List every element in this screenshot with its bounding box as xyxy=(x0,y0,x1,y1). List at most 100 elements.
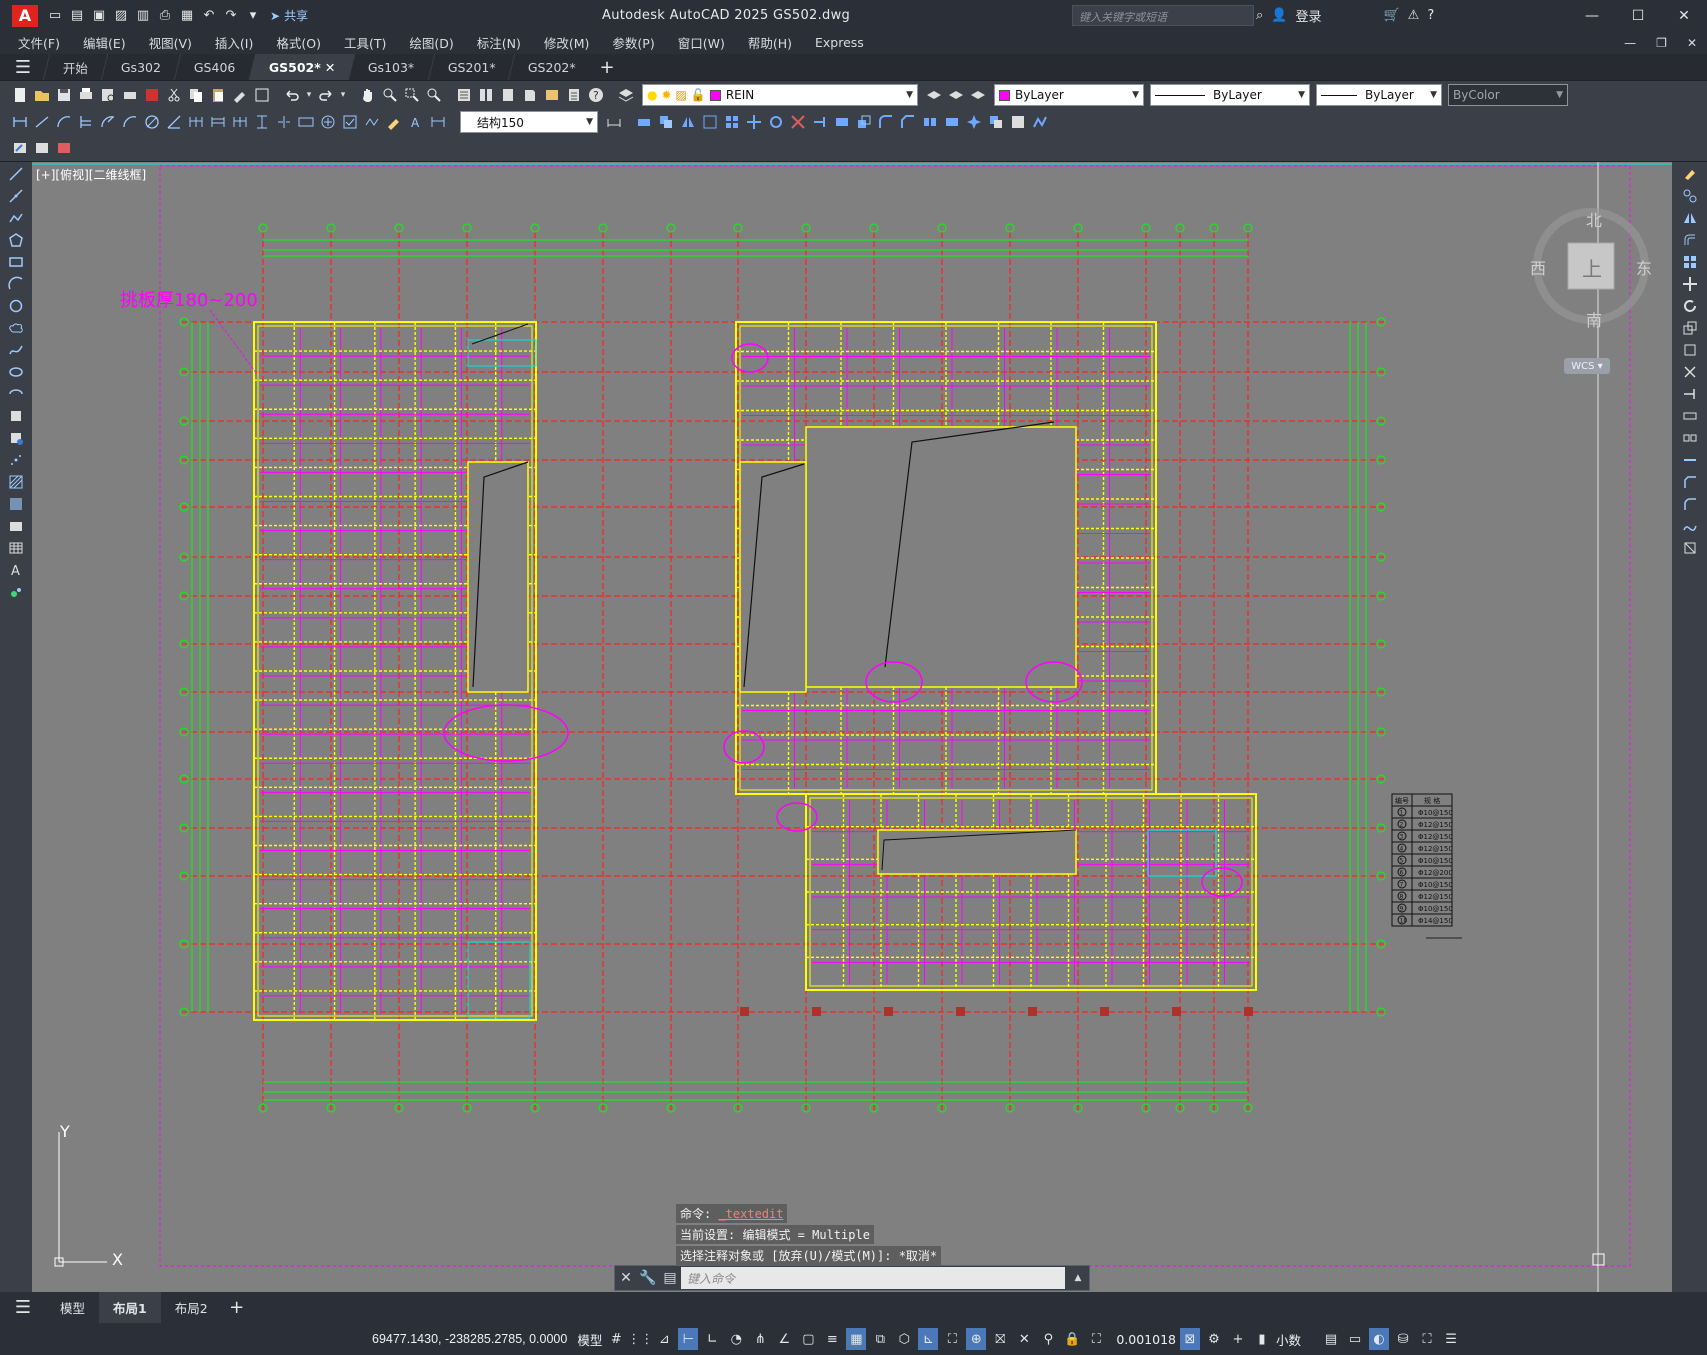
dimension-update-icon[interactable] xyxy=(428,112,448,132)
infer-constraints-icon[interactable]: ⊿ xyxy=(654,1328,674,1350)
markup-icon[interactable] xyxy=(542,85,562,105)
menu-express[interactable]: Express xyxy=(815,35,864,50)
break-icon[interactable] xyxy=(920,112,940,132)
maximize-window-button[interactable]: ☐ xyxy=(1615,0,1661,31)
mirror-icon[interactable] xyxy=(1680,208,1700,228)
pan-icon[interactable] xyxy=(358,85,378,105)
tab-gs103[interactable]: Gs103* xyxy=(348,54,434,80)
wcs-menu-button[interactable]: WCS ▾ xyxy=(1564,358,1610,374)
dimstyle-dropdown[interactable]: 结构150 ▼ xyxy=(460,111,598,133)
isometric-drafting-icon[interactable]: ⋔ xyxy=(750,1328,770,1350)
3d-object-snap-icon[interactable]: ⬡ xyxy=(894,1328,914,1350)
construction-line-icon[interactable] xyxy=(6,186,26,206)
quick-properties-icon[interactable]: ▤ xyxy=(1321,1328,1341,1350)
graphics-performance-icon[interactable]: ▭ xyxy=(1345,1328,1365,1350)
menu-window[interactable]: 窗口(W) xyxy=(678,33,725,52)
tab-model[interactable]: 模型 xyxy=(46,1292,99,1323)
customize-dropdown-icon[interactable]: ▾ xyxy=(242,5,264,27)
zoom-window-icon[interactable] xyxy=(402,85,422,105)
revision-cloud-icon[interactable] xyxy=(6,318,26,338)
clean-screen-icon[interactable]: ⛶ xyxy=(1417,1328,1437,1350)
viewcube-west[interactable]: 西 xyxy=(1530,255,1546,279)
linetype-dropdown[interactable]: ByLayer ▼ xyxy=(1150,84,1310,106)
menu-dimension[interactable]: 标注(N) xyxy=(477,33,521,52)
polygon-icon[interactable] xyxy=(6,230,26,250)
units-dropdown[interactable]: 小数 xyxy=(1276,1330,1301,1349)
autodesk-app-icon[interactable]: ⚠ xyxy=(1408,8,1420,23)
drawing-area[interactable]: 挑板厚180~200 Y X 编号 规 格 1 Φ10@150 2 Φ12@150 3 Φ12… xyxy=(32,162,1672,1292)
chamfer-icon[interactable] xyxy=(1680,472,1700,492)
units-icon[interactable]: ▮ xyxy=(1252,1328,1272,1350)
trim-icon[interactable] xyxy=(1680,362,1700,382)
new-icon[interactable] xyxy=(10,85,30,105)
center-mark-icon[interactable] xyxy=(318,112,338,132)
layer-thaw-sun-icon[interactable]: ✹ xyxy=(661,88,671,102)
dimension-text-edit-icon[interactable]: A xyxy=(406,112,426,132)
dimension-break-icon[interactable] xyxy=(274,112,294,132)
undo-icon[interactable]: ↶ xyxy=(198,5,220,27)
paste-icon[interactable] xyxy=(208,85,228,105)
menu-format[interactable]: 格式(O) xyxy=(276,33,321,52)
move-icon[interactable] xyxy=(744,112,764,132)
quick-dimension-icon[interactable] xyxy=(186,112,206,132)
menu-file[interactable]: 文件(F) xyxy=(18,33,60,52)
menu-parametric[interactable]: 参数(P) xyxy=(612,33,654,52)
explode-icon[interactable] xyxy=(964,112,984,132)
dimension-style-icon[interactable] xyxy=(604,112,624,132)
viewcube[interactable]: 北 南 东 西 上 xyxy=(1530,205,1652,330)
continue-dimension-icon[interactable] xyxy=(230,112,250,132)
design-center-icon[interactable] xyxy=(476,85,496,105)
add-selected-icon[interactable] xyxy=(6,582,26,602)
cart-icon[interactable]: 🛒 xyxy=(1383,8,1399,23)
doc-close-button[interactable]: ✕ xyxy=(1687,36,1697,50)
align-icon[interactable] xyxy=(1008,112,1028,132)
point-icon[interactable] xyxy=(6,450,26,470)
new-layout-plus-icon[interactable]: + xyxy=(222,1297,252,1318)
arc-icon[interactable] xyxy=(6,274,26,294)
radius-dimension-icon[interactable] xyxy=(98,112,118,132)
layer-dropdown[interactable]: ● ✹ ▨ 🔓 REIN ▼ xyxy=(642,84,918,106)
annotation-scale-icon[interactable]: ⚲ xyxy=(1038,1328,1058,1350)
array-icon[interactable] xyxy=(1680,252,1700,272)
dynamic-ucs-icon[interactable]: ⊾ xyxy=(918,1328,939,1350)
undo-icon[interactable] xyxy=(282,85,302,105)
arc-length-icon[interactable] xyxy=(54,112,74,132)
scale-list-icon[interactable]: ⊠ xyxy=(1180,1328,1200,1350)
join-icon[interactable] xyxy=(1680,450,1700,470)
user-icon[interactable]: 👤 xyxy=(1271,8,1287,23)
layer-viewport-freeze-icon[interactable]: ▨ xyxy=(676,88,687,102)
menu-tools[interactable]: 工具(T) xyxy=(344,33,386,52)
login-link[interactable]: 登录 xyxy=(1295,6,1321,25)
help-icon[interactable]: ? xyxy=(1427,8,1434,23)
publish-icon[interactable]: ▥ xyxy=(132,5,154,27)
viewport-scale[interactable]: 0.001018 xyxy=(1116,1332,1176,1347)
copy-icon[interactable] xyxy=(186,85,206,105)
tab-start[interactable]: 开始 xyxy=(42,54,108,80)
tab-layout2[interactable]: 布局2 xyxy=(161,1292,222,1323)
close-command-line-icon[interactable]: ✕ xyxy=(615,1270,637,1286)
color-dropdown[interactable]: ByLayer ▼ xyxy=(994,84,1144,106)
selection-cycling-icon[interactable]: ⧉ xyxy=(870,1328,890,1350)
auto-scale-icon[interactable]: ✕ xyxy=(1014,1328,1034,1350)
tolerance-icon[interactable] xyxy=(296,112,316,132)
viewport-controls-label[interactable]: [+][俯视][二维线框] xyxy=(36,166,146,183)
dimension-edit-icon[interactable] xyxy=(384,112,404,132)
help-search-input[interactable]: 键入关键字或短语 xyxy=(1072,5,1254,26)
model-space-toggle[interactable]: 模型 xyxy=(577,1330,602,1349)
fit-icon[interactable]: ⛶ xyxy=(1086,1328,1106,1350)
close-tab-icon[interactable]: ✕ xyxy=(325,60,335,75)
blend-curves-icon[interactable] xyxy=(1680,516,1700,536)
plot-icon[interactable] xyxy=(76,85,96,105)
command-history-toggle-icon[interactable]: ▲ xyxy=(1067,1273,1089,1283)
layer-properties-icon[interactable] xyxy=(616,85,636,105)
ordinate-dimension-icon[interactable] xyxy=(76,112,96,132)
viewcube-east[interactable]: 东 xyxy=(1636,255,1652,279)
minimize-window-button[interactable]: — xyxy=(1569,0,1615,31)
jogged-linear-icon[interactable] xyxy=(362,112,382,132)
annotation-monitor-icon[interactable]: + xyxy=(1228,1328,1248,1350)
inspection-icon[interactable] xyxy=(340,112,360,132)
tab-gs302[interactable]: Gs302 xyxy=(100,54,181,80)
publish-icon[interactable] xyxy=(120,85,140,105)
circle-icon[interactable] xyxy=(6,296,26,316)
menu-modify[interactable]: 修改(M) xyxy=(544,33,590,52)
